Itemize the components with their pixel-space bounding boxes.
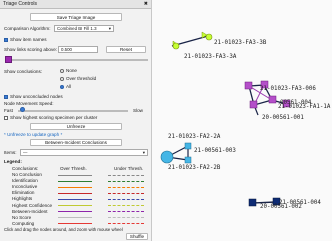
node-label: 21-01023-FA3-3A xyxy=(184,54,237,60)
legend-under-line xyxy=(108,211,144,213)
node-movement-label: Node Movement Speed: xyxy=(4,101,54,106)
legend-row-label: Computing xyxy=(12,220,35,226)
graph-node[interactable] xyxy=(268,95,277,104)
legend-over-line xyxy=(58,186,92,188)
legend-over-line xyxy=(58,223,92,225)
between-incident-button[interactable]: Between-Incident Conclusions xyxy=(30,139,122,146)
shuffle-button[interactable]: Shuffle xyxy=(126,233,148,240)
items-select[interactable]: — ▾ xyxy=(20,149,148,156)
show-conclusions-label: Show conclusions: xyxy=(4,69,43,74)
show-unconcluded-label: Show unconcluded nodes xyxy=(10,94,63,99)
legend-row-label: Between-Incident xyxy=(12,208,48,214)
radio-button-selected[interactable] xyxy=(60,84,64,89)
unfreeze-button[interactable]: Unfreeze xyxy=(30,123,122,130)
radio-button[interactable] xyxy=(60,68,64,73)
comparison-algorithm-value: Combined BI Fill 1.3 xyxy=(57,26,97,31)
legend-under-line xyxy=(108,174,144,176)
show-highest-checkbox[interactable]: Show highest scoring specimen per cluste… xyxy=(4,115,97,120)
radio-button[interactable] xyxy=(60,76,64,81)
legend-row-label: No Score xyxy=(12,214,32,220)
checkbox-box[interactable] xyxy=(4,94,8,99)
radio-over-threshold-label: Over threshold xyxy=(66,76,97,81)
legend-under-line xyxy=(108,217,144,219)
speed-slider-track[interactable] xyxy=(18,110,128,112)
show-highest-label: Show highest scoring specimen per cluste… xyxy=(10,115,98,120)
speed-slider-handle[interactable] xyxy=(20,107,25,112)
legend-under-line xyxy=(108,192,144,194)
legend-row-label: Highlights xyxy=(12,196,33,202)
legend-under-line xyxy=(108,186,144,188)
footer-note: Click and drag the nodes around, and zoo… xyxy=(4,227,123,232)
reset-button[interactable]: Reset xyxy=(106,46,146,53)
node-label: 21-01023-FA2-2A xyxy=(168,134,221,140)
comparison-algorithm-label: Comparison Algorithm: xyxy=(4,26,51,31)
legend-over-line xyxy=(58,174,92,176)
legend-over-line xyxy=(58,205,92,206)
legend-under-line xyxy=(108,198,144,200)
threshold-slider-handle[interactable] xyxy=(5,56,12,63)
node-label: 21-01023-FA3-3B xyxy=(214,40,267,46)
node-label: 20-00561-001 xyxy=(262,115,304,121)
graph-node[interactable] xyxy=(248,198,257,207)
chevron-down-icon: ▾ xyxy=(108,25,111,31)
show-links-label: Show links scoring above: xyxy=(4,47,58,52)
chevron-down-icon: ▾ xyxy=(142,149,145,155)
radio-all-label: All xyxy=(66,84,72,89)
legend-row-label: Identification xyxy=(12,178,38,184)
panel-title-bar: Triage Controls ✖ xyxy=(0,0,151,9)
graph-link xyxy=(252,201,277,204)
radio-all[interactable]: All xyxy=(60,84,71,89)
legend-under-line xyxy=(108,223,144,225)
node-label: 21-01023-FA1-1A xyxy=(278,104,331,110)
threshold-value: 0.500 xyxy=(61,47,72,52)
items-value: — xyxy=(23,150,28,155)
legend-head-under: Under Thresh. xyxy=(114,166,144,171)
legend-row-label: No Conclusion xyxy=(12,172,42,177)
legend-over-line xyxy=(58,192,92,194)
save-triage-image-button[interactable]: Save Triage Image xyxy=(30,13,122,21)
legend-over-line xyxy=(58,180,92,182)
threshold-slider-track[interactable] xyxy=(12,59,148,61)
radio-none-label: None xyxy=(66,68,77,73)
show-unconcluded-checkbox[interactable]: Show unconcluded nodes xyxy=(4,94,63,99)
triage-controls-panel: Triage Controls ✖ Save Triage Image Comp… xyxy=(0,0,152,241)
graph-node[interactable] xyxy=(172,42,180,50)
radio-over-threshold[interactable]: Over threshold xyxy=(60,76,96,81)
legend-over-line xyxy=(58,211,92,213)
graph-node[interactable] xyxy=(249,100,258,109)
graph-node[interactable] xyxy=(184,142,192,150)
legend-over-line xyxy=(58,217,92,219)
graph-node[interactable] xyxy=(160,150,174,164)
items-label: Items: xyxy=(4,150,17,155)
legend-head-over: Over Thresh. xyxy=(60,166,87,171)
node-label: 21-00561-003 xyxy=(194,148,236,154)
unfreeze-note: * Unfreeze to update graph * xyxy=(4,132,63,137)
legend-row-label: Highest Confidence xyxy=(12,202,53,208)
legend-over-line xyxy=(58,198,92,200)
graph-node[interactable] xyxy=(244,81,253,90)
comparison-algorithm-select[interactable]: Combined BI Fill 1.3 ▾ xyxy=(54,25,114,32)
node-label: 20-00561-002 xyxy=(260,204,302,210)
threshold-input[interactable]: 0.500 xyxy=(58,46,98,53)
legend-title: Legend: xyxy=(4,159,22,164)
legend-row-label: Inconclusive xyxy=(12,184,38,190)
show-item-names-checkbox[interactable]: Show item names xyxy=(4,37,47,42)
legend-row-label: Elimination xyxy=(12,190,35,196)
fast-label: Fast xyxy=(4,108,13,113)
close-icon[interactable]: ✖ xyxy=(144,1,148,7)
radio-none[interactable]: None xyxy=(60,68,77,73)
node-label: 21-01023-FA3-006 xyxy=(260,86,316,92)
checkbox-box[interactable] xyxy=(4,115,8,120)
graph-node[interactable] xyxy=(184,156,192,164)
slow-label: Slow xyxy=(133,108,143,113)
legend-under-line xyxy=(108,180,144,182)
graph-canvas[interactable]: 21-01023-FA3-3B 21-01023-FA3-3A 21-01023… xyxy=(152,0,332,241)
node-label: 21-01023-FA2-2B xyxy=(168,165,221,171)
checkbox-box[interactable] xyxy=(4,37,8,42)
panel-title: Triage Controls xyxy=(3,1,37,7)
legend-under-line xyxy=(108,205,144,206)
show-item-names-label: Show item names xyxy=(10,37,47,42)
legend-head-conclusions: Conclusions: xyxy=(12,166,39,171)
